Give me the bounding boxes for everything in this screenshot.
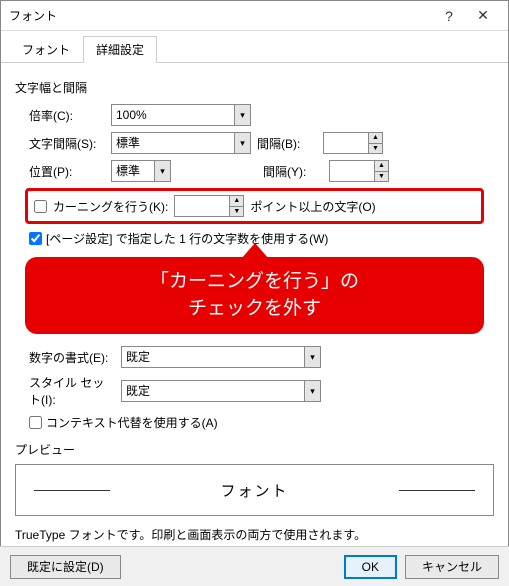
- position-combo[interactable]: 標準 ▾: [111, 160, 171, 182]
- callout-line1: 「カーニングを行う」の: [45, 269, 464, 296]
- number-format-label: 数字の書式(E):: [15, 349, 115, 366]
- ok-button[interactable]: OK: [344, 555, 397, 579]
- chevron-up-icon: ▲: [229, 196, 243, 207]
- row-char-spacing: 文字間隔(S): 標準 ▾ 間隔(B): ▲▼: [15, 132, 494, 154]
- annotation-callout: 「カーニングを行う」の チェックを外す: [25, 257, 484, 334]
- kerning-spinner[interactable]: ▲▼: [174, 195, 244, 217]
- chevron-up-icon: ▲: [368, 133, 382, 144]
- row-number-format: 数字の書式(E): 既定 ▾: [15, 346, 494, 368]
- window-title: フォント: [9, 7, 432, 24]
- preview-sample-text: フォント: [220, 480, 288, 501]
- position-label: 位置(P):: [15, 163, 105, 180]
- page-setup-label: [ページ設定] で指定した 1 行の文字数を使用する(W): [46, 230, 328, 247]
- context-alt-label: コンテキスト代替を使用する(A): [46, 414, 218, 431]
- kerning-suffix: ポイント以上の文字(O): [250, 198, 375, 215]
- page-setup-checkbox[interactable]: [29, 232, 42, 245]
- tab-font[interactable]: フォント: [9, 36, 83, 63]
- scale-combo[interactable]: 100% ▾: [111, 104, 251, 126]
- context-alt-checkbox[interactable]: [29, 416, 42, 429]
- tab-advanced[interactable]: 詳細設定: [83, 36, 157, 63]
- font-description: TrueType フォントです。印刷と画面表示の両方で使用されます。: [15, 526, 494, 543]
- set-default-button[interactable]: 既定に設定(D): [10, 555, 121, 579]
- callout-pointer-icon: [241, 243, 269, 259]
- style-set-label: スタイル セット(I):: [15, 374, 115, 408]
- row-context-alt: コンテキスト代替を使用する(A): [29, 414, 494, 431]
- callout-line2: チェックを外す: [45, 296, 464, 323]
- kerning-label: カーニングを行う(K):: [53, 198, 168, 215]
- char-spacing-gap-spinner[interactable]: ▲▼: [323, 132, 383, 154]
- chevron-down-icon: ▼: [368, 144, 382, 154]
- position-gap-label: 間隔(Y):: [263, 163, 323, 180]
- kerning-checkbox[interactable]: [34, 200, 47, 213]
- position-gap-spinner[interactable]: ▲▼: [329, 160, 389, 182]
- help-button[interactable]: ?: [432, 2, 466, 30]
- char-spacing-label: 文字間隔(S):: [15, 135, 105, 152]
- preview-box: フォント: [15, 464, 494, 516]
- char-spacing-combo[interactable]: 標準 ▾: [111, 132, 251, 154]
- section-char-spacing-title: 文字幅と間隔: [15, 79, 494, 96]
- chevron-up-icon: ▲: [374, 161, 388, 172]
- char-spacing-gap-label: 間隔(B):: [257, 135, 317, 152]
- row-style-set: スタイル セット(I): 既定 ▾: [15, 374, 494, 408]
- titlebar: フォント ? ✕: [1, 1, 508, 31]
- scale-label: 倍率(C):: [15, 107, 105, 124]
- tab-bar: フォント 詳細設定: [1, 31, 508, 63]
- row-scale: 倍率(C): 100% ▾: [15, 104, 494, 126]
- chevron-down-icon: ▼: [229, 207, 243, 217]
- preview-label: プレビュー: [15, 441, 494, 458]
- cancel-button[interactable]: キャンセル: [405, 555, 499, 579]
- dialog-footer: 既定に設定(D) OK キャンセル: [0, 546, 509, 586]
- row-position: 位置(P): 標準 ▾ 間隔(Y): ▲▼: [15, 160, 494, 182]
- content-area: 文字幅と間隔 倍率(C): 100% ▾ 文字間隔(S): 標準 ▾ 間隔(B)…: [1, 63, 508, 553]
- kerning-highlight-box: カーニングを行う(K): ▲▼ ポイント以上の文字(O): [25, 188, 484, 224]
- number-format-combo[interactable]: 既定 ▾: [121, 346, 321, 368]
- close-button[interactable]: ✕: [466, 2, 500, 30]
- chevron-down-icon: ▼: [374, 172, 388, 182]
- style-set-combo[interactable]: 既定 ▾: [121, 380, 321, 402]
